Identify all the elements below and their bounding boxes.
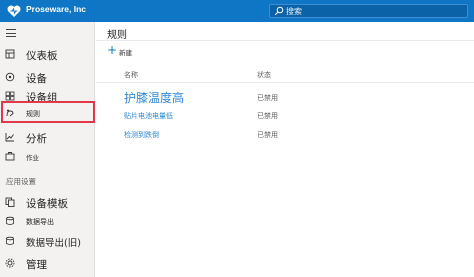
brand-name[interactable]: Proseware, Inc xyxy=(26,4,86,14)
column-header-status[interactable]: 状态 xyxy=(257,70,271,80)
device-groups-icon xyxy=(5,91,15,101)
data-export-legacy-icon xyxy=(6,236,14,245)
sidebar-item-label: 分析 xyxy=(26,133,47,145)
search-placeholder: 搜索 xyxy=(286,7,302,16)
section-header-app-settings: 应用设置 xyxy=(6,177,36,186)
dashboard-icon xyxy=(5,49,15,59)
sidebar-item-label: 设备模板 xyxy=(26,198,68,210)
divider xyxy=(96,82,474,83)
rule-status: 已禁用 xyxy=(257,112,278,120)
rule-link[interactable]: 贴片电池电量低 xyxy=(124,111,173,121)
rule-status: 已禁用 xyxy=(257,131,278,139)
devices-icon xyxy=(5,72,15,82)
sidebar-item-label: 设备 xyxy=(26,73,47,85)
administration-icon xyxy=(5,258,15,268)
sidebar-item-label: 仪表板 xyxy=(26,50,58,62)
sidebar-item-dashboard[interactable]: 仪表板 xyxy=(0,45,95,63)
sidebar-item-devices[interactable]: 设备 xyxy=(0,68,95,86)
sidebar-item-label: 数据导出 xyxy=(26,218,54,226)
sidebar-item-data-export-legacy[interactable]: 数据导出(旧) xyxy=(0,232,95,250)
new-rule-button[interactable]: + 新建 xyxy=(107,43,147,57)
selected-item-outline xyxy=(1,101,95,123)
sidebar-item-administration[interactable]: 管理 xyxy=(0,254,95,272)
analytics-icon xyxy=(5,133,14,142)
jobs-icon xyxy=(5,152,15,161)
sidebar-item-label: 作业 xyxy=(26,154,39,162)
sidebar-item-data-export[interactable]: 数据导出 xyxy=(0,213,95,229)
sidebar-item-label: 数据导出(旧) xyxy=(26,238,81,249)
search-icon xyxy=(274,6,284,16)
search-input[interactable]: 搜索 xyxy=(269,4,468,18)
plus-icon: + xyxy=(107,43,118,57)
top-bar: Proseware, Inc 搜索 xyxy=(0,0,474,22)
sidebar-item-label: 管理 xyxy=(26,259,47,271)
sidebar: 仪表板 设备 设备组 规则 分析 作业 应用设置 设备模板 数据导出 数据导出(… xyxy=(0,22,95,277)
sidebar-item-jobs[interactable]: 作业 xyxy=(0,148,95,164)
divider xyxy=(96,40,474,41)
page-title: 规则 xyxy=(107,30,127,41)
hamburger-icon[interactable] xyxy=(6,29,16,37)
data-export-icon xyxy=(6,216,14,225)
rule-status: 已禁用 xyxy=(257,94,278,102)
rule-link[interactable]: 检测到跌倒 xyxy=(124,130,159,140)
heart-logo-icon[interactable] xyxy=(6,3,22,19)
sidebar-item-device-templates[interactable]: 设备模板 xyxy=(0,193,95,211)
rule-link[interactable]: 护膝温度高 xyxy=(124,89,184,106)
device-templates-icon xyxy=(5,197,15,207)
new-rule-label: 新建 xyxy=(119,49,132,57)
column-header-name[interactable]: 名称 xyxy=(124,70,138,80)
sidebar-item-analytics[interactable]: 分析 xyxy=(0,128,95,146)
